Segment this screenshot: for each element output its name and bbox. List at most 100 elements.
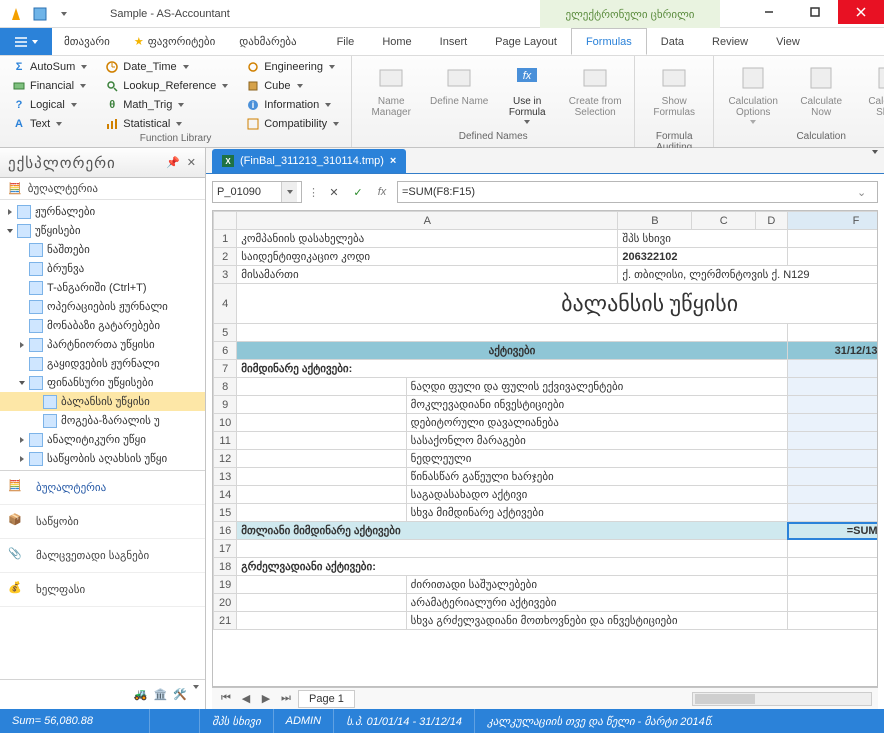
formula-expand-icon[interactable]: ⌄ bbox=[857, 186, 873, 199]
btn-mathtrig[interactable]: θMath_Trig bbox=[101, 96, 232, 114]
tree-node-reports[interactable]: უწყისები bbox=[0, 221, 205, 240]
btn-define-name[interactable]: Define Name bbox=[428, 58, 490, 107]
btn-financial[interactable]: Financial bbox=[8, 77, 91, 95]
tree-node-financial[interactable]: ფინანსური უწყისები bbox=[0, 373, 205, 392]
stapler-icon: 📎 bbox=[8, 547, 28, 565]
btn-datetime[interactable]: Date_Time bbox=[101, 58, 232, 76]
tree-node-analytical[interactable]: ანალიტიკური უწყი bbox=[0, 430, 205, 449]
active-cell[interactable]: =SUM(F8:F15) bbox=[787, 522, 878, 540]
tree-node-partners[interactable]: პარტნიორთა უწყისი bbox=[0, 335, 205, 354]
btn-cube[interactable]: Cube bbox=[242, 77, 343, 95]
qat-save-icon[interactable] bbox=[30, 4, 50, 24]
sigma-icon: Σ bbox=[12, 60, 26, 74]
tab-home[interactable]: Home bbox=[368, 28, 425, 55]
btn-engineering[interactable]: Engineering bbox=[242, 58, 343, 76]
group-label-calculation: Calculation bbox=[722, 131, 884, 147]
close-button[interactable] bbox=[838, 0, 884, 24]
btn-autosum[interactable]: ΣAutoSum bbox=[8, 58, 91, 76]
menu-favorites[interactable]: ★ფავორიტები bbox=[122, 28, 227, 55]
table-row: 19ძირითადი საშუალებები5,446.55,590.7 bbox=[214, 576, 879, 594]
tab-pagelayout[interactable]: Page Layout bbox=[481, 28, 571, 55]
forklift-icon[interactable]: 🚜 bbox=[134, 688, 148, 701]
tab-formulas[interactable]: Formulas bbox=[571, 28, 647, 55]
name-box-dropdown-icon[interactable] bbox=[281, 182, 297, 202]
btn-create-from-selection[interactable]: Create from Selection bbox=[564, 58, 626, 118]
tab-data[interactable]: Data bbox=[647, 28, 698, 55]
qat-dropdown-icon[interactable] bbox=[54, 4, 74, 24]
document-tab[interactable]: X (FinBal_311213_310114.tmp) × bbox=[212, 149, 406, 173]
ribbon: ΣAutoSum Date_Time Engineering Financial… bbox=[0, 56, 884, 148]
box-icon: 📦 bbox=[8, 513, 28, 531]
app-icon[interactable] bbox=[6, 4, 26, 24]
ribbon-tabs: File Home Insert Page Layout Formulas Da… bbox=[323, 28, 814, 55]
table-row: 5ერთი ლარი bbox=[214, 324, 879, 342]
minimize-button[interactable] bbox=[746, 0, 792, 24]
btn-calc-now[interactable]: Calculate Now bbox=[790, 58, 852, 118]
btn-information[interactable]: iInformation bbox=[242, 96, 343, 114]
tree-node-stock[interactable]: საწყობის აღახსის უწყი bbox=[0, 449, 205, 468]
tree-node-taccount[interactable]: T-ანგარიში (Ctrl+T) bbox=[0, 278, 205, 297]
tree-node-monabazi[interactable]: მონაბაზი გატარებები bbox=[0, 316, 205, 335]
col-header-A[interactable]: A bbox=[237, 212, 618, 230]
col-header-C[interactable]: C bbox=[692, 212, 756, 230]
menu-main[interactable]: მთავარი bbox=[52, 28, 122, 55]
menu-help[interactable]: დახმარება bbox=[227, 28, 308, 55]
col-header-B[interactable]: B bbox=[618, 212, 692, 230]
nav-next-icon[interactable]: ▶ bbox=[258, 691, 274, 707]
nav-last-icon[interactable]: ⏭ bbox=[278, 691, 294, 707]
cat-salary[interactable]: 💰ხელფასი bbox=[0, 573, 205, 607]
file-menu-button[interactable] bbox=[0, 28, 52, 55]
tree-node-opsjournal[interactable]: ოპერაციების ჟურნალი bbox=[0, 297, 205, 316]
tree-node-balance-sheet[interactable]: ბალანსის უწყისი bbox=[0, 392, 205, 411]
nav-first-icon[interactable]: ⏮ bbox=[218, 691, 234, 707]
btn-calc-sheet[interactable]: Calculate Sheet bbox=[858, 58, 884, 118]
table-row: 10დებიტორული დავალიანება6.16,952.6 bbox=[214, 414, 879, 432]
formula-input[interactable]: =SUM(F8:F15)⌄ bbox=[397, 181, 878, 203]
tree-node-turnover[interactable]: ბრუნვა bbox=[0, 259, 205, 278]
btn-show-formulas[interactable]: Show Formulas bbox=[643, 58, 705, 118]
col-header-D[interactable]: D bbox=[755, 212, 787, 230]
btn-statistical[interactable]: Statistical bbox=[101, 115, 232, 133]
tools-icon[interactable]: 🛠️ bbox=[173, 688, 187, 701]
explorer-subheader-label: ბუღალტერია bbox=[28, 182, 98, 195]
ribbon-group-function-library: ΣAutoSum Date_Time Engineering Financial… bbox=[0, 56, 352, 147]
btn-text[interactable]: AText bbox=[8, 115, 91, 133]
cat-consumables[interactable]: 📎მალცვეთადი საგნები bbox=[0, 539, 205, 573]
tab-insert[interactable]: Insert bbox=[426, 28, 482, 55]
maximize-button[interactable] bbox=[792, 0, 838, 24]
btn-logical[interactable]: ?Logical bbox=[8, 96, 91, 114]
tree-node-balances[interactable]: ნაშთები bbox=[0, 240, 205, 259]
btn-lookup[interactable]: Lookup_Reference bbox=[101, 77, 232, 95]
col-header-F[interactable]: F bbox=[787, 212, 878, 230]
btn-compatibility[interactable]: Compatibility bbox=[242, 115, 343, 133]
explorer-subheader[interactable]: 🧮 ბუღალტერია bbox=[0, 178, 205, 200]
btn-use-in-formula[interactable]: fxUse in Formula bbox=[496, 58, 558, 124]
tab-file[interactable]: File bbox=[323, 28, 369, 55]
sheet-tab[interactable]: Page 1 bbox=[298, 690, 355, 708]
tab-view[interactable]: View bbox=[762, 28, 814, 55]
tree-node-journals[interactable]: ჟურნალები bbox=[0, 202, 205, 221]
tab-review[interactable]: Review bbox=[698, 28, 762, 55]
accept-formula-button[interactable]: ✓ bbox=[349, 181, 367, 203]
horizontal-scrollbar[interactable] bbox=[692, 692, 872, 706]
btn-calc-options[interactable]: Calculation Options bbox=[722, 58, 784, 124]
footer-expand-icon[interactable] bbox=[193, 689, 199, 701]
tree-node-profit-loss[interactable]: მოგება-ზარალის უ bbox=[0, 411, 205, 430]
btn-name-manager[interactable]: Name Manager bbox=[360, 58, 422, 118]
cancel-formula-button[interactable]: ✕ bbox=[325, 181, 343, 203]
spreadsheet-grid[interactable]: A B C D F G 1კომპანიის დასახელებაშპს სხი… bbox=[212, 210, 878, 687]
name-box[interactable]: P_01090 bbox=[212, 181, 302, 203]
gear-icon bbox=[246, 60, 260, 74]
select-all-corner[interactable] bbox=[214, 212, 237, 230]
cat-accounting[interactable]: 🧮ბუღალტერია bbox=[0, 471, 205, 505]
nav-prev-icon[interactable]: ◀ bbox=[238, 691, 254, 707]
text-icon: A bbox=[12, 117, 26, 131]
close-tab-icon[interactable]: × bbox=[390, 155, 396, 167]
pin-icon[interactable]: 📌 bbox=[166, 156, 181, 169]
building-icon[interactable]: 🏛️ bbox=[154, 688, 168, 701]
close-panel-icon[interactable]: ✕ bbox=[187, 156, 197, 169]
tree-node-sales[interactable]: გაყიდვების ჟურნალი bbox=[0, 354, 205, 373]
fx-button[interactable]: fx bbox=[373, 181, 391, 203]
cat-warehouse[interactable]: 📦საწყობი bbox=[0, 505, 205, 539]
tab-overflow-icon[interactable] bbox=[872, 154, 878, 166]
